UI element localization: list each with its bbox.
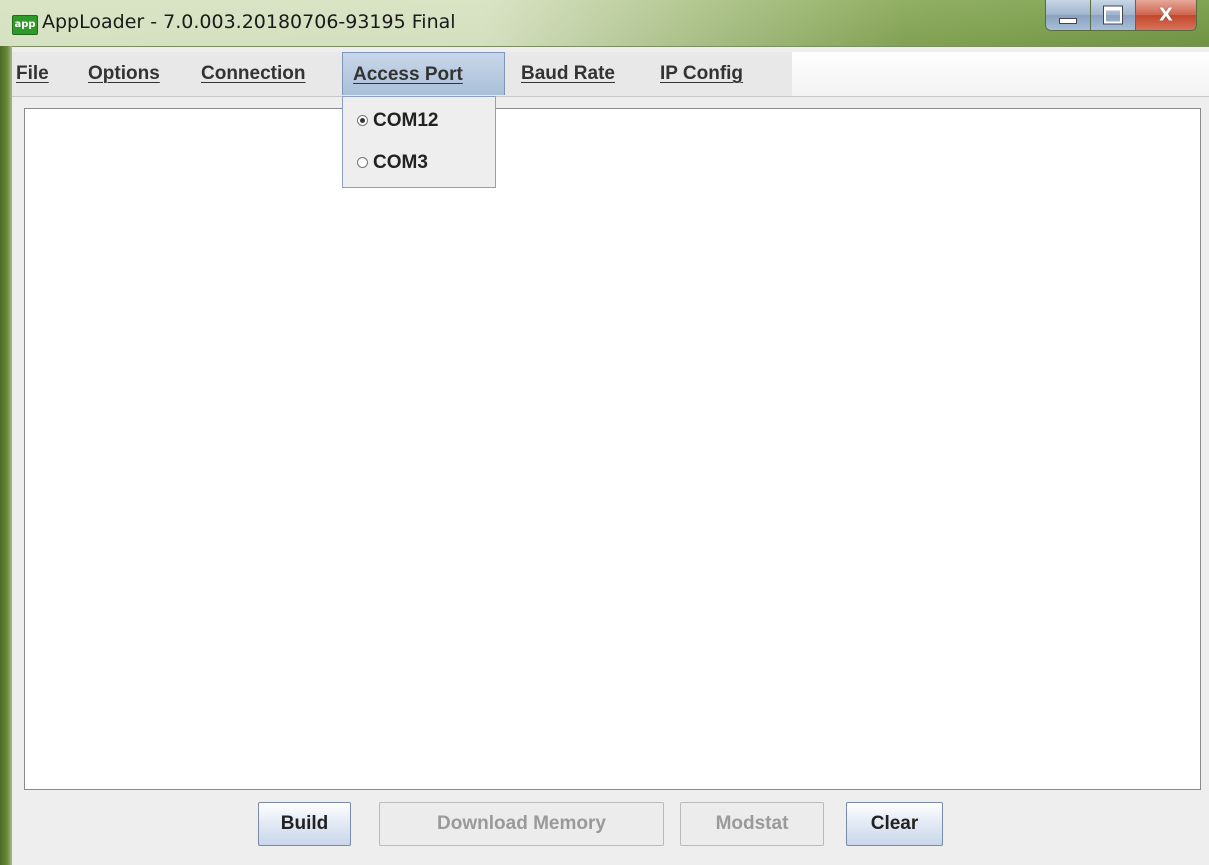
- menu-access-port[interactable]: Access Port: [342, 52, 505, 95]
- client-area: File Options Connection Access Port Baud…: [12, 47, 1209, 865]
- close-icon: X: [1159, 4, 1173, 26]
- build-button[interactable]: Build: [258, 802, 351, 846]
- close-button[interactable]: X: [1136, 0, 1196, 30]
- option-label: COM3: [373, 152, 428, 173]
- menu-option-com12[interactable]: COM12: [343, 101, 495, 141]
- menu-baud-rate[interactable]: Baud Rate: [521, 52, 615, 96]
- output-text-area[interactable]: [24, 108, 1201, 790]
- clear-button[interactable]: Clear: [846, 802, 943, 846]
- menu-connection[interactable]: Connection: [201, 52, 306, 96]
- menu-bar: File Options Connection Access Port Baud…: [12, 52, 1209, 97]
- option-label: COM12: [373, 110, 439, 131]
- maximize-button[interactable]: [1091, 0, 1136, 30]
- minimize-button[interactable]: [1046, 0, 1091, 30]
- menu-ip-config[interactable]: IP Config: [660, 52, 743, 96]
- download-memory-button[interactable]: Download Memory: [379, 802, 664, 846]
- radio-unselected-icon: [357, 157, 368, 168]
- access-port-dropdown: COM12 COM3: [342, 96, 496, 188]
- minimize-icon: [1059, 18, 1077, 24]
- menu-options[interactable]: Options: [88, 52, 160, 96]
- window-title: AppLoader - 7.0.003.20180706-93195 Final: [42, 11, 456, 33]
- app-icon: app: [12, 15, 38, 35]
- title-bar[interactable]: app AppLoader - 7.0.003.20180706-93195 F…: [0, 0, 1209, 47]
- menu-file[interactable]: File: [14, 52, 56, 96]
- apploader-window: app AppLoader - 7.0.003.20180706-93195 F…: [0, 0, 1209, 865]
- window-frame-left: [0, 46, 12, 865]
- menu-option-com3[interactable]: COM3: [343, 143, 495, 183]
- maximize-icon: [1103, 5, 1123, 25]
- radio-selected-icon: [357, 115, 368, 126]
- window-controls: X: [1045, 0, 1197, 31]
- modstat-button[interactable]: Modstat: [680, 802, 824, 846]
